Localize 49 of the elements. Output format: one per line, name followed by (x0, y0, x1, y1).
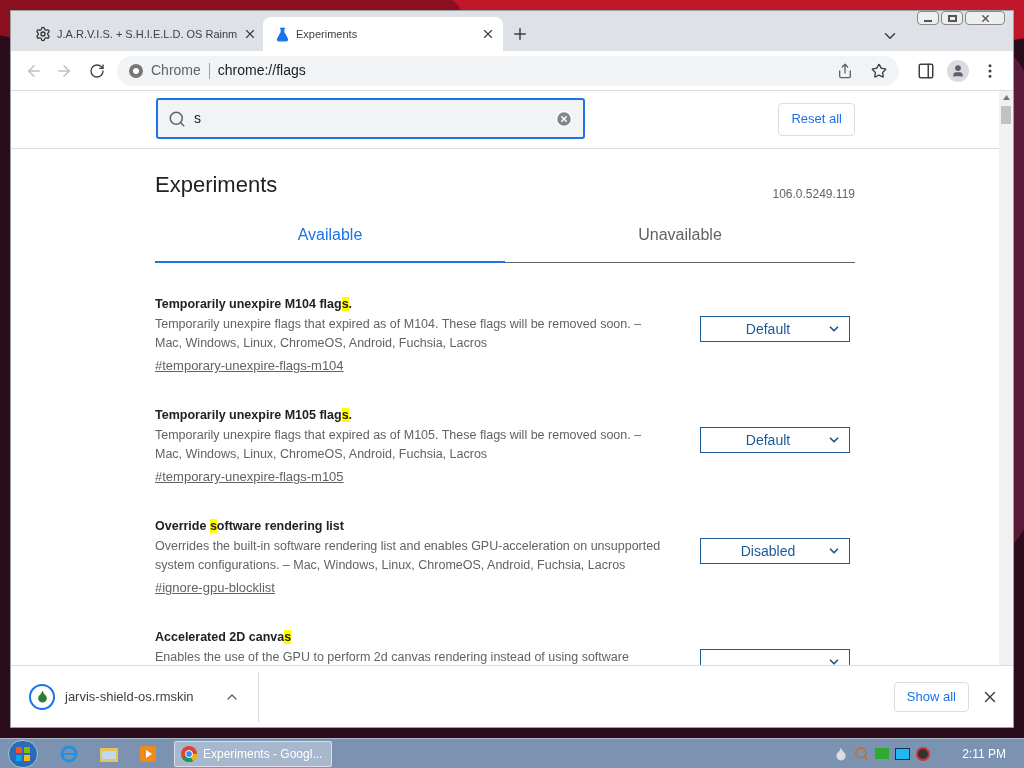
page-title: Experiments (155, 171, 278, 199)
page-tab[interactable]: Unavailable (505, 223, 855, 262)
show-all-button[interactable]: Show all (893, 681, 969, 712)
speaker-icon[interactable] (916, 746, 931, 761)
start-orb-icon[interactable] (8, 739, 38, 768)
media-player-icon[interactable] (140, 745, 156, 762)
minimize-icon[interactable] (917, 11, 939, 25)
clock-text: 2:11 PM (962, 745, 1006, 763)
flag-description: Temporarily unexpire flags that expired as of M104. These flags will be removed soon. – Mac, Windows, Linux, ChromeOS, Android, Fuchsia, Lacros (155, 316, 643, 352)
flag-title: Temporarily unexpire M105 flags. (155, 407, 354, 423)
search-icon (168, 109, 186, 128)
scroll-up-arrow-icon[interactable] (1002, 95, 1010, 100)
gear-icon (35, 26, 51, 42)
version-text: 106.0.5249.119 (772, 186, 855, 203)
flag-dropdown[interactable]: Default (700, 427, 850, 453)
browser-tab[interactable]: Experiments (263, 17, 503, 51)
flag-title: Temporarily unexpire M104 flags. (155, 296, 354, 312)
monitor-icon[interactable] (895, 747, 911, 760)
side-panel-icon[interactable] (917, 61, 935, 80)
new-tab-icon[interactable] (511, 25, 529, 43)
share-icon[interactable] (837, 62, 853, 79)
download-item[interactable]: jarvis-shield-os.rmskin (29, 671, 259, 722)
reload-icon[interactable] (89, 62, 105, 79)
profile-avatar[interactable] (947, 59, 969, 82)
droplet-icon (29, 683, 55, 710)
scroll-thumb[interactable] (1001, 106, 1011, 124)
flag-description: Overrides the built-in software rendering list and enables GPU-acceleration on unsupported system configurations. – Mac, Windows, Linux, ChromeOS, Android, Fuchsia, Lacros (155, 538, 662, 574)
flag-link[interactable]: #temporary-unexpire-flags-m105 (155, 467, 344, 486)
maximize-icon[interactable] (941, 11, 963, 25)
flag-link[interactable]: #temporary-unexpire-flags-m104 (155, 356, 344, 375)
close-window-icon[interactable] (965, 11, 1005, 25)
chrome-icon (129, 63, 143, 78)
flag-dropdown[interactable]: Default (700, 316, 850, 342)
reset-all-button[interactable]: Reset all (778, 102, 855, 136)
flask-icon (275, 26, 290, 42)
flag-description: Enables the use of the GPU to perform 2d canvas rendering instead of using software (155, 649, 630, 665)
droplet-icon[interactable] (834, 746, 849, 761)
flag-dropdown[interactable]: Disabled (700, 538, 850, 564)
flag-description: Temporarily unexpire flags that expired as of M105. These flags will be removed soon. – Mac, Windows, Linux, ChromeOS, Android, Fuchsia, Lacros (155, 427, 643, 463)
clear-icon[interactable] (555, 109, 573, 128)
chrome-icon (181, 745, 197, 762)
browser-tab[interactable]: J.A.R.V.I.S. + S.H.I.E.L.D. OS Rainm (23, 17, 263, 51)
page-tab[interactable]: Available (155, 223, 505, 263)
search-field[interactable]: s (156, 98, 585, 139)
scrollbar[interactable] (999, 91, 1013, 665)
address-bar[interactable]: Chrome chrome://flags (117, 55, 899, 86)
bookmark-star-icon[interactable] (871, 62, 887, 79)
close-icon[interactable] (481, 27, 495, 41)
flag-link[interactable]: #ignore-gpu-blocklist (155, 578, 275, 597)
